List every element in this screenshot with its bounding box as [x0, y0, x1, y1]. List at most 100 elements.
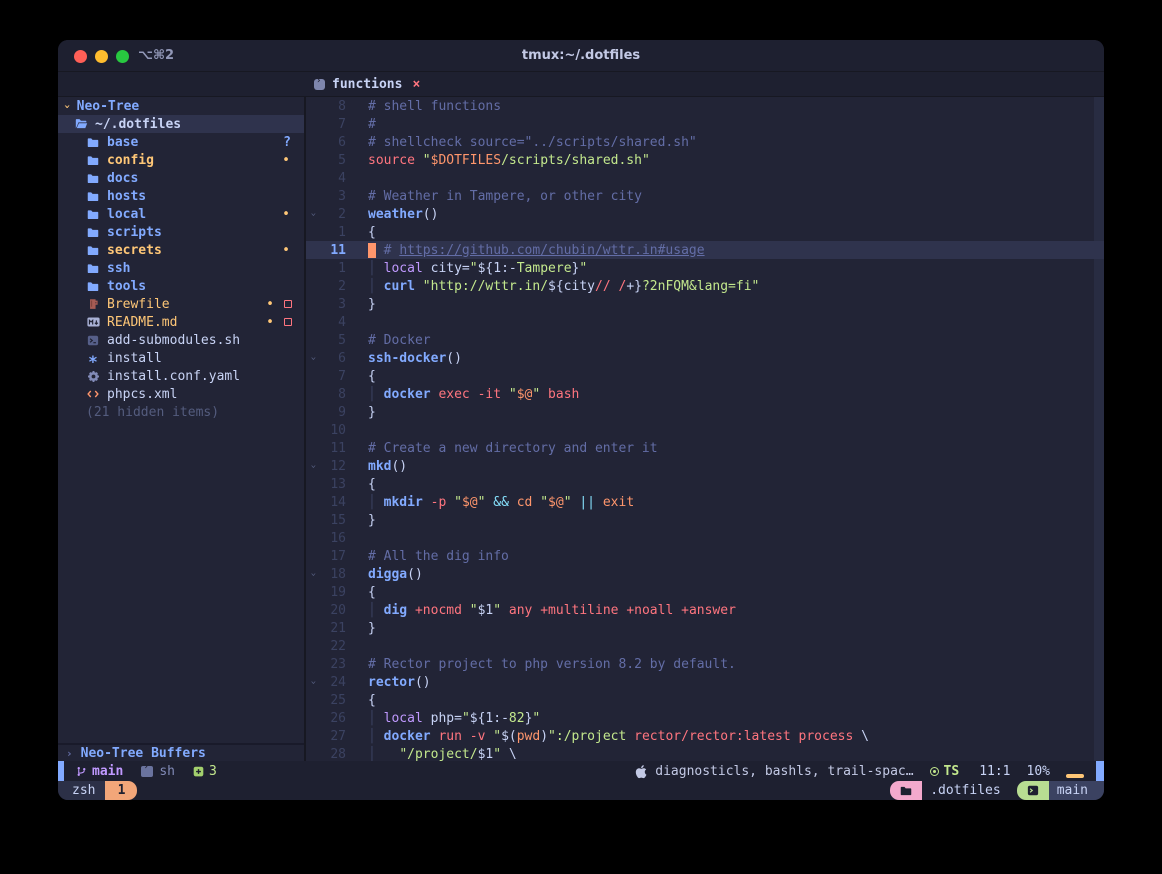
tree-item-local[interactable]: local•: [58, 205, 304, 223]
mode-indicator-left: [58, 761, 64, 781]
code-line[interactable]: 7{: [306, 367, 1104, 385]
fold-open-icon[interactable]: ›: [306, 461, 320, 472]
line-number: 14: [320, 495, 346, 510]
git-modified-badge: •: [282, 243, 290, 258]
code-line[interactable]: 16: [306, 529, 1104, 547]
line-number: 3: [320, 189, 346, 204]
code-line[interactable]: ›2weather(): [306, 205, 1104, 223]
lsp-servers-label: diagnosticls, bashls, trail-spac…: [655, 764, 913, 779]
code-line[interactable]: 28│ "/project/$1" \: [306, 745, 1104, 761]
git-unstaged-badge: [284, 300, 292, 308]
tree-item-phpcs.xml[interactable]: phpcs.xml: [58, 385, 304, 403]
code-text: │ dig +nocmd "$1" any +multiline +noall …: [346, 603, 736, 618]
git-branch-label: main: [92, 764, 123, 779]
code-line[interactable]: 15}: [306, 511, 1104, 529]
code-line[interactable]: 20│ dig +nocmd "$1" any +multiline +noal…: [306, 601, 1104, 619]
tree-item-config[interactable]: config•: [58, 151, 304, 169]
tab-close-icon[interactable]: ×: [412, 77, 420, 92]
code-line[interactable]: 2│ curl "http://wttr.in/${city// /+}?2nF…: [306, 277, 1104, 295]
code-text: {: [346, 225, 376, 240]
code-line[interactable]: 4: [306, 169, 1104, 187]
tree-item-label: ~/.dotfiles: [95, 117, 181, 132]
neotree-header[interactable]: › Neo-Tree: [58, 97, 304, 115]
code-line[interactable]: 17# All the dig info: [306, 547, 1104, 565]
line-number: 4: [320, 315, 346, 330]
tree-item-root[interactable]: ~/.dotfiles: [58, 115, 304, 133]
code-line[interactable]: 9}: [306, 403, 1104, 421]
tree-item-docs[interactable]: docs: [58, 169, 304, 187]
code-text: # Weather in Tampere, or other city: [346, 189, 642, 204]
code-line[interactable]: ›6ssh-docker(): [306, 349, 1104, 367]
tree-item--21-hidden-items-[interactable]: (21 hidden items): [58, 403, 304, 421]
code-text: │ docker exec -it "$@" bash: [346, 387, 579, 402]
shell-file-icon: [141, 766, 153, 777]
line-number: 8: [320, 99, 346, 114]
code-line[interactable]: 21}: [306, 619, 1104, 637]
editor-pane[interactable]: 8# shell functions7#6# shellcheck source…: [306, 97, 1104, 761]
code-line[interactable]: 5source "$DOTFILES/scripts/shared.sh": [306, 151, 1104, 169]
tree-item-base[interactable]: base?: [58, 133, 304, 151]
code-line[interactable]: 8# shell functions: [306, 97, 1104, 115]
tree-item-tools[interactable]: tools: [58, 277, 304, 295]
tmux-window-index[interactable]: 1: [105, 781, 137, 800]
fold-open-icon[interactable]: ›: [306, 209, 320, 220]
code-text: {: [346, 369, 376, 384]
code-line[interactable]: 11# Create a new directory and enter it: [306, 439, 1104, 457]
tree-item-add-submodules.sh[interactable]: add-submodules.sh: [58, 331, 304, 349]
code-text: digga(): [346, 567, 423, 582]
code-line[interactable]: 22: [306, 637, 1104, 655]
line-number: 21: [320, 621, 346, 636]
code-line[interactable]: 8│ docker exec -it "$@" bash: [306, 385, 1104, 403]
tab-label: functions: [332, 77, 402, 92]
line-number: 6: [320, 135, 346, 150]
line-number: 1: [320, 225, 346, 240]
treesitter-status-icon: [930, 767, 939, 776]
tree-item-install.conf.yaml[interactable]: install.conf.yaml: [58, 367, 304, 385]
tmux-directory-label: .dotfiles: [922, 781, 1012, 800]
code-line[interactable]: ›24rector(): [306, 673, 1104, 691]
terminal-icon: [1027, 785, 1039, 796]
code-line[interactable]: 7#: [306, 115, 1104, 133]
folder-open-icon: [74, 118, 88, 130]
tree-item-ssh[interactable]: ssh: [58, 259, 304, 277]
code-line[interactable]: 23# Rector project to php version 8.2 by…: [306, 655, 1104, 673]
tree-item-hosts[interactable]: hosts: [58, 187, 304, 205]
line-number: 19: [320, 585, 346, 600]
code-line[interactable]: ›12mkd(): [306, 457, 1104, 475]
line-number: 13: [320, 477, 346, 492]
code-line[interactable]: 3}: [306, 295, 1104, 313]
code-line[interactable]: 1│ local city="${1:-Tampere}": [306, 259, 1104, 277]
tree-item-scripts[interactable]: scripts: [58, 223, 304, 241]
tmux-directory-pill: [890, 781, 922, 800]
code-line-current[interactable]: 11 # https://github.com/chubin/wttr.in#u…: [306, 241, 1104, 259]
code-line[interactable]: ›18digga(): [306, 565, 1104, 583]
fold-open-icon[interactable]: ›: [306, 353, 320, 364]
neotree-buffers-header[interactable]: › Neo-Tree Buffers: [58, 743, 304, 761]
tmux-session-name[interactable]: zsh: [58, 781, 105, 800]
code-line[interactable]: 5# Docker: [306, 331, 1104, 349]
code-line[interactable]: 1{: [306, 223, 1104, 241]
code-line[interactable]: 4: [306, 313, 1104, 331]
code-line[interactable]: 14│ mkdir -p "$@" && cd "$@" || exit: [306, 493, 1104, 511]
tree-item-readme.md[interactable]: README.md•: [58, 313, 304, 331]
tab-functions[interactable]: functions ×: [314, 77, 420, 92]
tree-item-brewfile[interactable]: Brewfile•: [58, 295, 304, 313]
git-added-segment: 3: [193, 764, 217, 779]
fold-open-icon[interactable]: ›: [306, 677, 320, 688]
code-line[interactable]: 10: [306, 421, 1104, 439]
code-line[interactable]: 6# shellcheck source="../scripts/shared.…: [306, 133, 1104, 151]
line-number: 1: [320, 261, 346, 276]
code-line[interactable]: 3# Weather in Tampere, or other city: [306, 187, 1104, 205]
code-line[interactable]: 13{: [306, 475, 1104, 493]
chevron-down-icon: ›: [61, 103, 74, 110]
code-line[interactable]: 26│ local php="${1:-82}": [306, 709, 1104, 727]
scroll-indicator: [1066, 774, 1084, 778]
code-line[interactable]: 27│ docker run -v "$(pwd)":/project rect…: [306, 727, 1104, 745]
tmux-git-branch-label: main: [1049, 781, 1104, 800]
code-line[interactable]: 19{: [306, 583, 1104, 601]
tree-item-secrets[interactable]: secrets•: [58, 241, 304, 259]
fold-open-icon[interactable]: ›: [306, 569, 320, 580]
code-line[interactable]: 25{: [306, 691, 1104, 709]
tree-item-install[interactable]: *install: [58, 349, 304, 367]
code-text: │ docker run -v "$(pwd)":/project rector…: [346, 729, 869, 744]
